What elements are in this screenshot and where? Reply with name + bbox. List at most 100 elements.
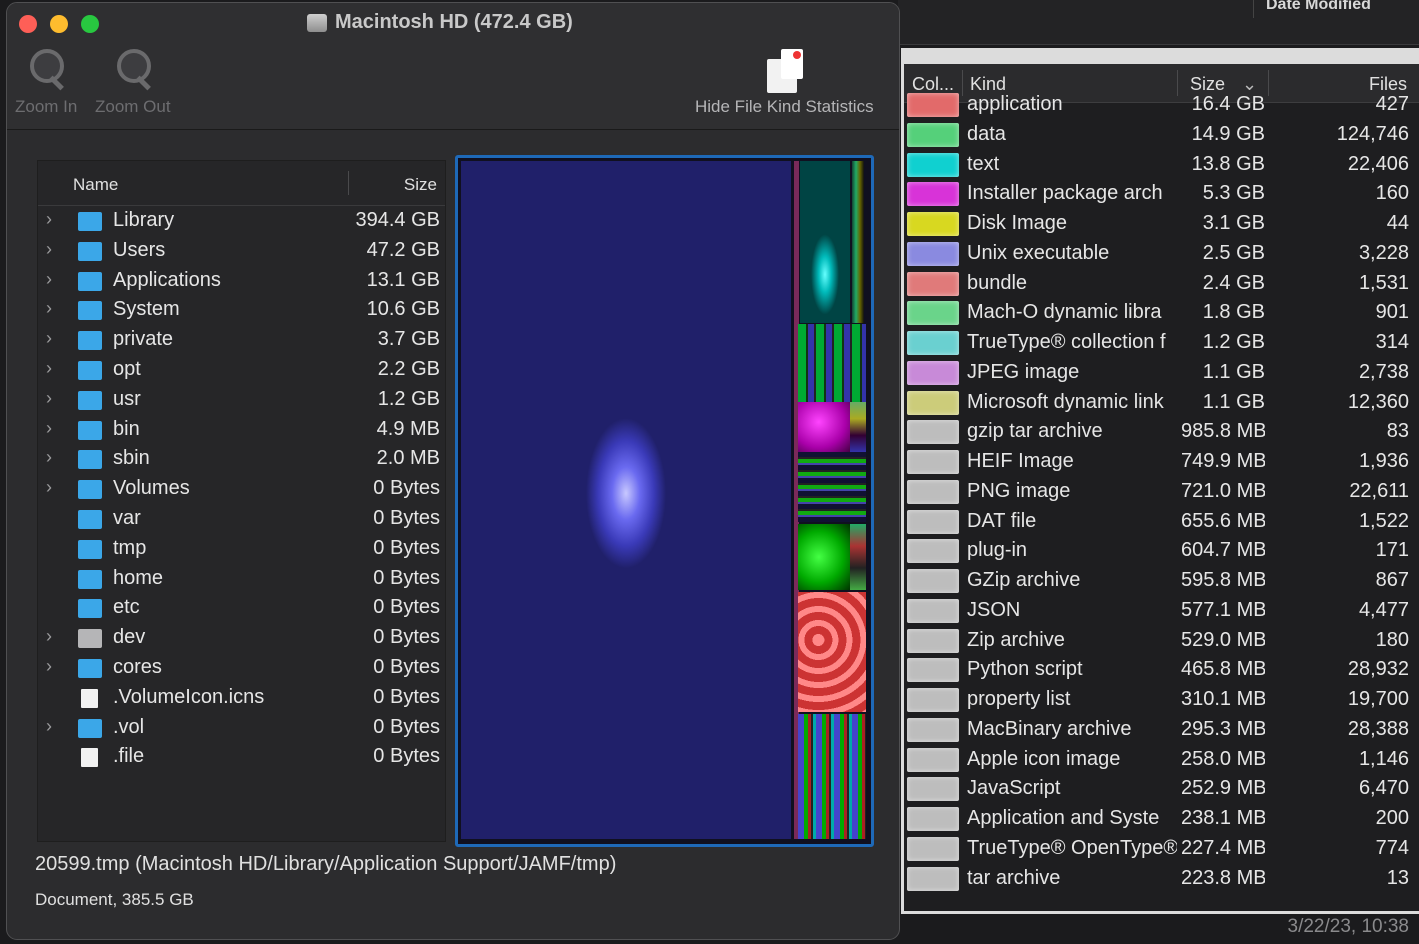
outline-row[interactable]: › System 10.6 GB xyxy=(38,296,445,326)
kind-color-swatch[interactable] xyxy=(907,569,959,593)
chevron-right-icon[interactable]: › xyxy=(46,209,52,230)
chevron-right-icon[interactable]: › xyxy=(46,418,52,439)
close-button[interactable] xyxy=(19,15,37,33)
kind-color-swatch[interactable] xyxy=(907,717,959,742)
outline-row[interactable]: › usr 1.2 GB xyxy=(38,386,445,416)
kind-row[interactable]: application 16.4 GB 427 xyxy=(904,90,1419,120)
kind-color-swatch[interactable] xyxy=(907,301,959,326)
kind-color-swatch[interactable] xyxy=(907,420,959,445)
kind-color-swatch[interactable] xyxy=(907,122,959,147)
treemap-block[interactable] xyxy=(798,714,866,839)
kind-row[interactable]: bundle 2.4 GB 1,531 xyxy=(904,269,1419,299)
date-modified-column-header[interactable]: Date Modified xyxy=(1253,0,1419,18)
kind-row[interactable]: TrueType® OpenType® 227.4 MB 774 xyxy=(904,834,1419,864)
kind-color-swatch[interactable] xyxy=(907,182,959,207)
kind-color-swatch[interactable] xyxy=(907,93,959,117)
minimize-button[interactable] xyxy=(50,15,68,33)
zoom-in-button[interactable]: Zoom In xyxy=(15,47,77,117)
kind-color-swatch[interactable] xyxy=(907,271,959,296)
kind-row[interactable]: Mach-O dynamic libra 1.8 GB 901 xyxy=(904,298,1419,328)
kind-color-swatch[interactable] xyxy=(907,539,959,564)
kind-color-swatch[interactable] xyxy=(907,152,959,177)
kind-color-swatch[interactable] xyxy=(907,658,959,683)
outline-row[interactable]: › Users 47.2 GB xyxy=(38,237,445,267)
treemap-block[interactable] xyxy=(798,324,866,402)
kind-color-swatch[interactable] xyxy=(907,360,959,385)
treemap-block[interactable] xyxy=(850,402,866,452)
chevron-right-icon[interactable]: › xyxy=(46,388,52,409)
kind-color-swatch[interactable] xyxy=(907,688,959,712)
hide-file-kind-statistics-button[interactable]: Hide File Kind Statistics xyxy=(695,47,874,117)
kind-row[interactable]: DAT file 655.6 MB 1,522 xyxy=(904,507,1419,537)
kind-row[interactable]: Apple icon image 258.0 MB 1,146 xyxy=(904,745,1419,775)
outline-row[interactable]: › Library 394.4 GB xyxy=(38,207,445,237)
kind-row[interactable]: GZip archive 595.8 MB 867 xyxy=(904,566,1419,596)
treemap-view[interactable] xyxy=(455,155,874,847)
kind-color-swatch[interactable] xyxy=(907,777,959,802)
kind-color-swatch[interactable] xyxy=(907,212,959,236)
kind-color-swatch[interactable] xyxy=(907,509,959,534)
kind-row[interactable]: Zip archive 529.0 MB 180 xyxy=(904,626,1419,656)
outline-row[interactable]: .file 0 Bytes xyxy=(38,743,445,773)
outline-row[interactable]: › dev 0 Bytes xyxy=(38,624,445,654)
kind-row[interactable]: JavaScript 252.9 MB 6,470 xyxy=(904,774,1419,804)
treemap-block[interactable] xyxy=(798,402,850,452)
zoom-out-button[interactable]: Zoom Out xyxy=(95,47,171,117)
treemap-block[interactable] xyxy=(850,524,866,590)
chevron-right-icon[interactable]: › xyxy=(46,298,52,319)
kind-color-swatch[interactable] xyxy=(907,450,959,474)
outline-row[interactable]: › .vol 0 Bytes xyxy=(38,714,445,744)
treemap-block[interactable] xyxy=(798,592,866,712)
kind-row[interactable]: PNG image 721.0 MB 22,611 xyxy=(904,477,1419,507)
kind-row[interactable]: property list 310.1 MB 19,700 xyxy=(904,685,1419,715)
kind-color-swatch[interactable] xyxy=(907,598,959,623)
kind-row[interactable]: Python script 465.8 MB 28,932 xyxy=(904,655,1419,685)
kind-row[interactable]: Installer package arch 5.3 GB 160 xyxy=(904,179,1419,209)
outline-row[interactable]: home 0 Bytes xyxy=(38,565,445,595)
kind-color-swatch[interactable] xyxy=(907,807,959,831)
kind-color-swatch[interactable] xyxy=(907,241,959,266)
kind-row[interactable]: tar archive 223.8 MB 13 xyxy=(904,864,1419,894)
treemap-block[interactable] xyxy=(798,452,866,522)
kind-color-swatch[interactable] xyxy=(907,479,959,504)
outline-row[interactable]: › Applications 13.1 GB xyxy=(38,267,445,297)
kind-color-swatch[interactable] xyxy=(907,628,959,653)
kind-row[interactable]: Unix executable 2.5 GB 3,228 xyxy=(904,239,1419,269)
outline-row[interactable]: › Volumes 0 Bytes xyxy=(38,475,445,505)
kind-row[interactable]: MacBinary archive 295.3 MB 28,388 xyxy=(904,715,1419,745)
kind-row[interactable]: Microsoft dynamic link 1.1 GB 12,360 xyxy=(904,388,1419,418)
outline-row[interactable]: › cores 0 Bytes xyxy=(38,654,445,684)
kind-row[interactable]: plug-in 604.7 MB 171 xyxy=(904,536,1419,566)
name-column-header[interactable]: Name xyxy=(73,175,118,195)
outline-row[interactable]: var 0 Bytes xyxy=(38,505,445,535)
outline-row[interactable]: › bin 4.9 MB xyxy=(38,416,445,446)
treemap-block[interactable] xyxy=(852,161,864,323)
chevron-right-icon[interactable]: › xyxy=(46,328,52,349)
chevron-right-icon[interactable]: › xyxy=(46,656,52,677)
file-outline-view[interactable]: Name Size › Library 394.4 GB › Users 47.2 GB ›… xyxy=(37,160,446,842)
kind-color-swatch[interactable] xyxy=(907,866,959,891)
treemap-selected-file-block[interactable] xyxy=(461,161,791,839)
chevron-right-icon[interactable]: › xyxy=(46,358,52,379)
kind-row[interactable]: TrueType® collection f 1.2 GB 314 xyxy=(904,328,1419,358)
chevron-right-icon[interactable]: › xyxy=(46,239,52,260)
kind-row[interactable]: gzip tar archive 985.8 MB 83 xyxy=(904,417,1419,447)
kind-row[interactable]: Disk Image 3.1 GB 44 xyxy=(904,209,1419,239)
kind-row[interactable]: text 13.8 GB 22,406 xyxy=(904,150,1419,180)
chevron-right-icon[interactable]: › xyxy=(46,626,52,647)
chevron-right-icon[interactable]: › xyxy=(46,447,52,468)
kind-color-swatch[interactable] xyxy=(907,836,959,861)
kind-row[interactable]: HEIF Image 749.9 MB 1,936 xyxy=(904,447,1419,477)
kind-row[interactable]: JSON 577.1 MB 4,477 xyxy=(904,596,1419,626)
outline-row[interactable]: .VolumeIcon.icns 0 Bytes xyxy=(38,684,445,714)
chevron-right-icon[interactable]: › xyxy=(46,716,52,737)
kind-color-swatch[interactable] xyxy=(907,331,959,355)
kind-row[interactable]: data 14.9 GB 124,746 xyxy=(904,120,1419,150)
outline-row[interactable]: tmp 0 Bytes xyxy=(38,535,445,565)
chevron-right-icon[interactable]: › xyxy=(46,477,52,498)
kind-color-swatch[interactable] xyxy=(907,747,959,772)
treemap-block[interactable] xyxy=(800,161,850,323)
outline-row[interactable]: › opt 2.2 GB xyxy=(38,356,445,386)
kind-row[interactable]: Application and Syste 238.1 MB 200 xyxy=(904,804,1419,834)
outline-row[interactable]: › private 3.7 GB xyxy=(38,326,445,356)
